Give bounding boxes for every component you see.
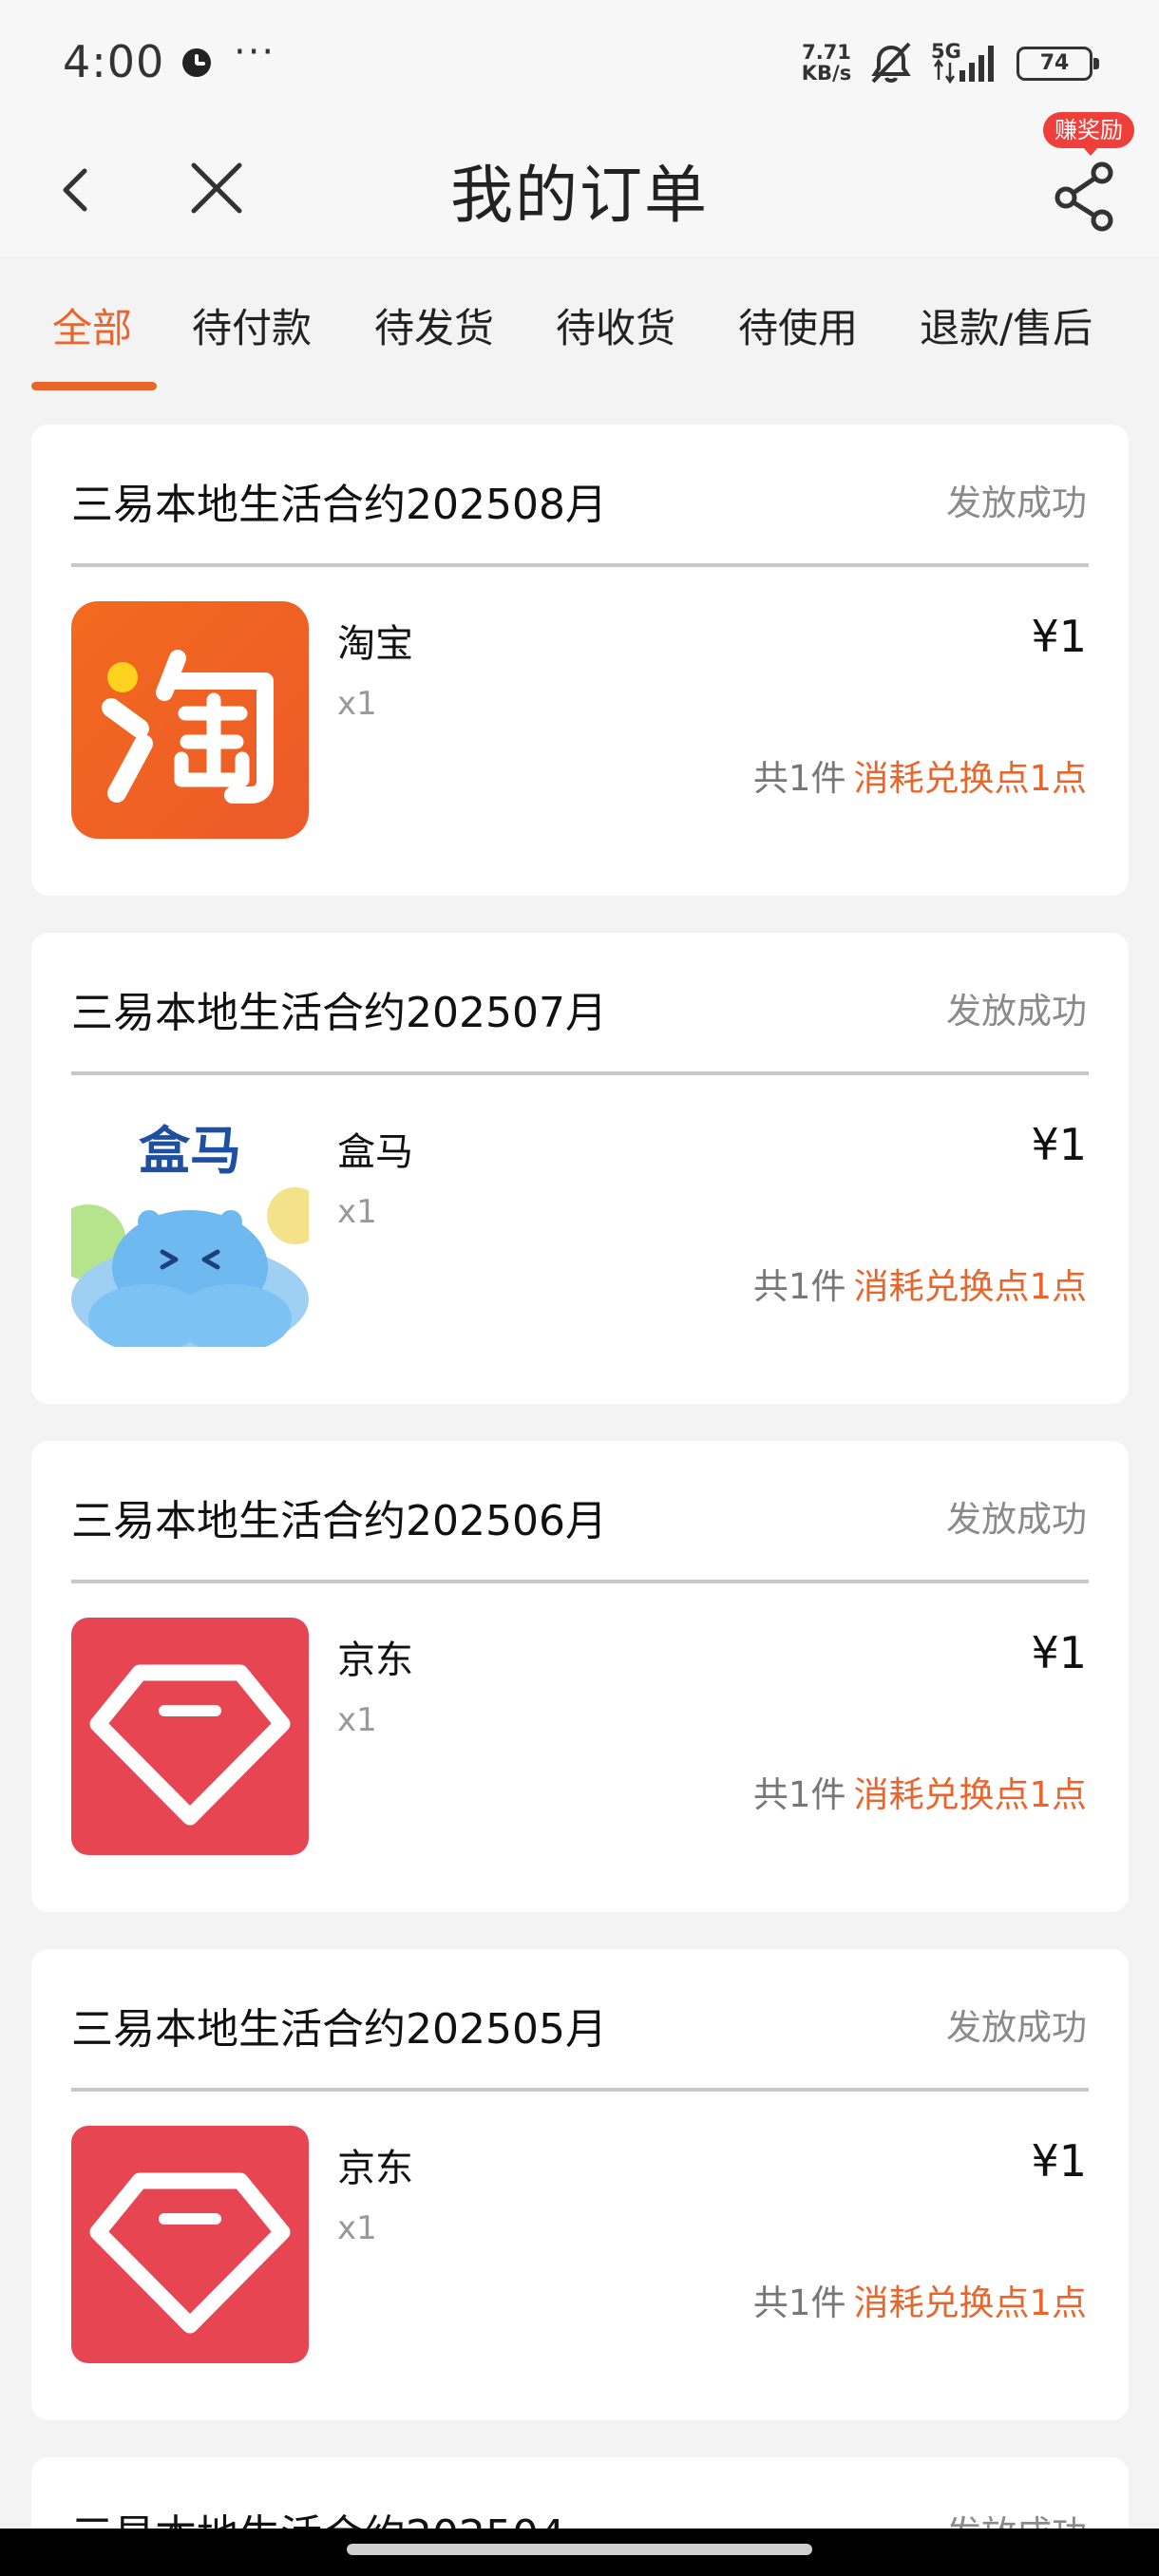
product-thumbnail[interactable] [71,601,309,839]
jd-icon [71,2126,309,2363]
share-icon[interactable] [1045,152,1130,237]
gesture-navigation-bar [0,2529,1159,2576]
mute-bell-icon [871,42,911,84]
product-price: ¥1 [1031,611,1087,662]
order-status: 发放成功 [946,2505,1087,2529]
order-summary: 共1件 消耗兑换点1点 [753,1766,1087,1817]
tab-pending-receipt[interactable]: 待收货 [556,296,675,354]
order-summary: 共1件 消耗兑换点1点 [753,2274,1087,2325]
product-price: ¥1 [1031,1627,1087,1678]
network-speed-value: 7.71 [802,41,851,64]
order-card[interactable]: 三易本地生活合约202504 发放成功 [31,2457,1129,2529]
tab-all[interactable]: 全部 [52,296,132,354]
item-count: 共1件 [752,1266,846,1307]
home-indicator[interactable] [347,2544,812,2555]
product-name: 盒马 [337,1130,413,1174]
order-card[interactable]: 三易本地生活合约202507月 发放成功 盒马 盒马 x1 ¥1 共1件 消耗兑换… [31,933,1129,1404]
points-consumed: 消耗兑换点1点 [853,758,1087,799]
hema-icon: 盒马 [71,1109,309,1347]
tab-pending-shipment[interactable]: 待发货 [374,296,494,354]
taobao-icon [71,601,309,839]
reward-badge[interactable]: 赚奖励 [1043,112,1134,156]
product-price: ¥1 [1031,2135,1087,2187]
tab-refund-aftersale[interactable]: 退款/售后 [920,296,1092,354]
divider [71,563,1089,567]
order-summary: 共1件 消耗兑换点1点 [753,1258,1087,1309]
status-time: 4:00 [63,36,165,87]
order-title: 三易本地生活合约202505月 [71,2005,607,2054]
product-name: 京东 [337,2147,413,2190]
points-consumed: 消耗兑换点1点 [853,1774,1087,1815]
clock-icon [182,48,211,77]
network-speed: 7.71 KB/s [796,42,857,84]
active-tab-indicator [31,382,157,390]
order-status: 发放成功 [946,991,1087,1032]
item-count: 共1件 [752,1774,846,1815]
item-count: 共1件 [752,2282,846,2323]
points-consumed: 消耗兑换点1点 [853,1266,1087,1307]
points-consumed: 消耗兑换点1点 [853,2282,1087,2323]
product-price: ¥1 [1031,1119,1087,1170]
product-quantity: x1 [337,2209,377,2247]
order-card[interactable]: 三易本地生活合约202506月 发放成功 京东 x1 ¥1 共1件 消耗兑换点1点 [31,1441,1129,1912]
product-thumbnail[interactable]: 盒马 [71,1109,309,1347]
battery-indicator: 74 [1016,47,1099,81]
page-title: 我的订单 [450,159,709,232]
product-thumbnail[interactable] [71,1618,309,1855]
product-name: 淘宝 [337,622,413,666]
network-speed-unit: KB/s [801,62,852,85]
item-count: 共1件 [752,758,846,799]
product-quantity: x1 [337,1193,377,1231]
order-title: 三易本地生活合约202507月 [71,989,607,1037]
signal-icon [933,46,994,85]
order-title: 三易本地生活合约202506月 [71,1497,607,1545]
order-summary: 共1件 消耗兑换点1点 [753,749,1087,801]
divider [71,1580,1089,1583]
tab-pending-use[interactable]: 待使用 [738,296,858,354]
tab-pending-payment[interactable]: 待付款 [192,296,312,354]
hema-logo-text: 盒马 [139,1121,241,1181]
order-status: 发放成功 [946,483,1087,523]
order-tabs: 全部 待付款 待发货 待收货 待使用 退款/售后 [0,256,1159,399]
product-quantity: x1 [337,1701,377,1739]
order-card[interactable]: 三易本地生活合约202508月 发放成功 淘宝 x1 ¥1 共1件 消耗兑换点1… [31,425,1129,896]
product-name: 京东 [337,1638,413,1682]
divider [71,1071,1089,1075]
order-status: 发放成功 [946,2007,1087,2048]
product-quantity: x1 [337,685,377,723]
nav-header: 我的订单 [0,123,1159,256]
order-status: 发放成功 [946,1499,1087,1540]
divider [71,2088,1089,2092]
order-card[interactable]: 三易本地生活合约202505月 发放成功 京东 x1 ¥1 共1件 消耗兑换点1点 [31,1949,1129,2420]
more-notifications-icon: ··· [234,30,276,74]
order-title: 三易本地生活合约202508月 [71,481,607,529]
jd-icon [71,1618,309,1855]
status-bar: 4:00 ··· 7.71 KB/s 5G 74 [0,0,1159,123]
product-thumbnail[interactable] [71,2126,309,2363]
order-title: 三易本地生活合约202504 [71,2501,565,2529]
